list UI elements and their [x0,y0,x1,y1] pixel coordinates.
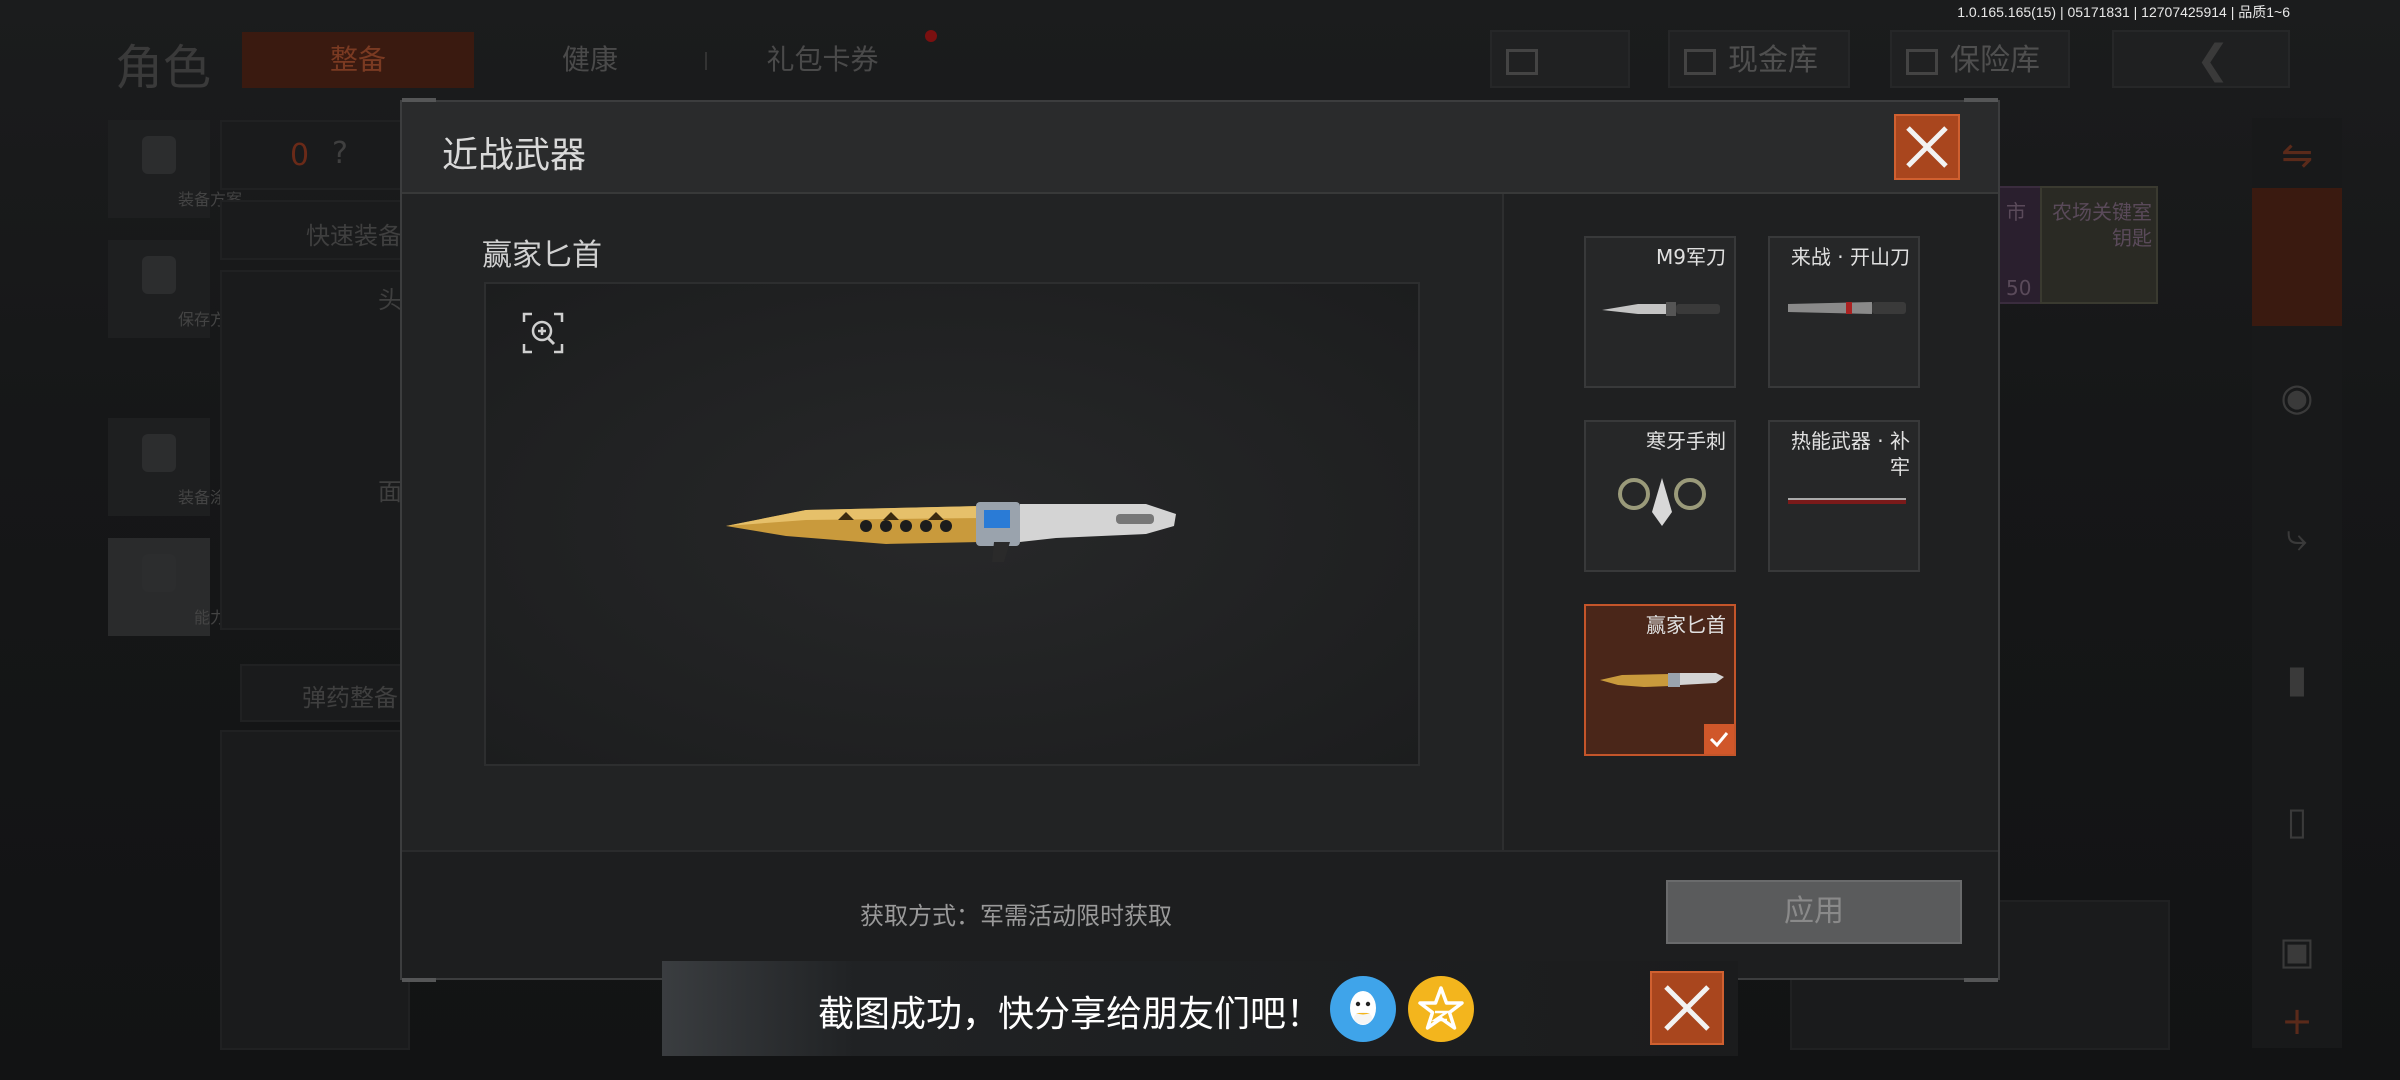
machete-image [1788,302,1906,314]
gear-slots-panel: 头 面 [220,270,410,630]
weapon-preview[interactable] [484,282,1420,766]
ammo-slot-icon[interactable]: ▯ [2274,798,2320,844]
weapon-item-m9[interactable]: M9军刀 [1584,236,1736,388]
attachment-slot-icon[interactable]: ▣ [2274,928,2320,974]
qzone-star-icon [1418,986,1464,1030]
tab-health[interactable]: 健康 [490,32,690,88]
thermal-blade-image [1788,498,1906,504]
version-info: 1.0.165.165(15) | 05171831 | 12707425914… [1957,4,2290,20]
rail-ability[interactable]: 能力 [108,538,226,636]
close-icon [1906,126,1948,168]
weapon-name: 赢家匕首 [482,238,602,273]
modal-footer: 获取方式：军需活动限时获取 应用 [402,850,1998,978]
selected-checkmark [1704,724,1734,754]
m9-bayonet-image [1602,302,1720,316]
acquire-method-text: 获取方式：军需活动限时获取 [860,902,1172,930]
vest-icon [142,136,176,174]
close-button[interactable] [1894,114,1960,180]
rifle-slot-icon[interactable]: ⤷ [2274,514,2320,560]
apply-button[interactable]: 应用 [1666,880,1962,944]
share-qq-button[interactable] [1330,976,1396,1042]
currency-display: 9520 [1490,30,1630,136]
share-toast: 截图成功，快分享给朋友们吧！ [662,961,1738,1056]
cash-vault-button[interactable]: 现金库 0 [1668,30,1850,136]
tab-gift-cards[interactable]: 礼包卡券 [720,32,925,88]
rail-equip-skin[interactable]: 装备涂装 [108,418,242,516]
insurance-vault-button[interactable]: 保险库 [1890,30,2070,88]
right-rail: ⇋ ◉ ⤷ ▮ ▯ ▣ + [2252,118,2342,1048]
close-icon [1664,985,1710,1031]
qq-icon [1350,991,1376,1025]
winner-dagger-image [726,502,1176,562]
rail-selected-slot[interactable] [2252,188,2342,326]
quick-equip-button[interactable]: 快速装备 [220,200,410,260]
weapon-item-machete[interactable]: 来战 · 开山刀 [1768,236,1920,388]
money-icon [1506,48,1538,75]
chevron-left-icon: ❮ [2196,37,2230,83]
ammo-equip-button[interactable]: 弹药整备 [240,664,410,722]
insurance-icon [1906,48,1938,75]
helmet-icon [142,434,176,472]
weapon-item-winner-dagger[interactable]: 赢家匕首 [1584,604,1736,756]
modal-header: 近战武器 [402,102,1998,194]
page-title: 角色 [115,40,212,96]
back-button[interactable]: ❮ [2112,30,2290,88]
rail-equip-plan[interactable]: 装备方案 [108,120,242,218]
weapon-item-thermal[interactable]: 热能武器 · 补牢 [1768,420,1920,572]
vault-icon [1684,48,1716,75]
lower-left-panel [220,730,410,1050]
share-message: 截图成功，快分享给朋友们吧！ [818,994,1323,1035]
notification-dot [925,30,937,42]
tab-equip[interactable]: 整备 [242,32,474,88]
weapon-item-cold-fang[interactable]: 寒牙手刺 [1584,420,1736,572]
cold-fang-image [1618,478,1706,526]
lightning-icon [142,554,176,592]
download-icon [142,256,176,294]
rail-save-plan[interactable]: 保存方案 [108,240,242,338]
zoom-in-icon[interactable] [522,312,564,354]
add-icon[interactable]: + [2274,998,2320,1044]
share-qzone-button[interactable] [1408,976,1474,1042]
melee-weapon-modal: 近战武器 赢家匕首 M9军刀 来战 · 开山刀 寒牙手刺 热能武器 · 补牢 赢… [400,98,2000,982]
share-close-button[interactable] [1650,971,1724,1045]
item-card-right[interactable]: 农场关键室 钥匙 [2040,186,2158,304]
armor-panel: 0 ? [220,120,410,190]
help-icon[interactable]: ? [332,136,348,171]
swap-icon[interactable]: ⇋ [2274,132,2320,178]
tab-separator [705,52,707,70]
helmet-slot-icon[interactable]: ◉ [2274,374,2320,420]
weapon-list-area [1502,194,1998,852]
magazine-slot-icon[interactable]: ▮ [2274,656,2320,702]
winner-dagger-thumb [1600,673,1724,687]
check-icon [1709,732,1729,748]
modal-title: 近战武器 [442,135,587,176]
